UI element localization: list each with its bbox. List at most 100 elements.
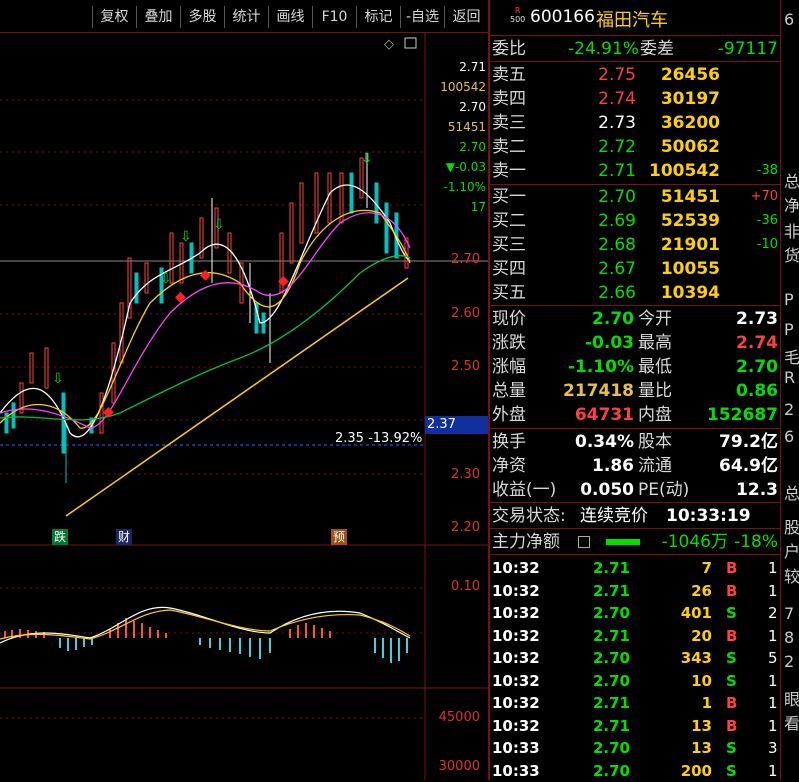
stock-code: 600166 (530, 7, 595, 27)
kline-chart[interactable]: ◇ ⇩ ⇩ ⇩ ⇩ ⇩ ◆ ◆ ◆ ◆ (0, 33, 488, 780)
price-axis-label: 2.70 (451, 252, 480, 267)
order-book-row: 买一 2.70 51451 +70 (490, 185, 780, 209)
macd-histogram (4, 618, 408, 663)
edge-text: 看 (784, 714, 799, 733)
macd-lines (0, 606, 411, 644)
tick-row: 10:32 2.71 7 B 1 (490, 557, 780, 579)
svg-text:⇩: ⇩ (52, 371, 64, 387)
order-price: 2.67 (598, 259, 636, 279)
macd-axis-label: 0.10 (451, 579, 480, 594)
quote-label: 外盘 (492, 405, 526, 425)
main-flow-row: 主力净额 -1046万 -18% (492, 532, 778, 552)
edge-text: 总 (784, 172, 799, 191)
edge-text: 较 (784, 567, 799, 586)
diamond-icon[interactable]: ◇ (384, 37, 394, 52)
tick-time: 10:33 (492, 739, 540, 757)
tick-count: 1 (768, 694, 778, 712)
order-volume: 50062 (660, 137, 720, 157)
tick-side: S (726, 671, 737, 690)
window-icon[interactable] (404, 37, 417, 49)
tick-side: B (726, 559, 738, 577)
order-volume: 10394 (660, 283, 720, 303)
order-price: 2.70 (598, 187, 636, 207)
order-book-row: 买五 2.66 10394 (490, 281, 780, 305)
order-ratio-row: 委比 -24.91% 委差 -97117 (492, 39, 778, 59)
tick-count: 3 (768, 739, 778, 757)
price-axis-label: 2.20 (451, 520, 480, 535)
order-price: 2.66 (598, 283, 636, 303)
fundamental-value: 64.9亿 (719, 456, 778, 476)
tick-price: 2.71 (592, 581, 630, 600)
svg-text:◆: ◆ (103, 404, 114, 420)
fundamental-value: 12.3 (736, 480, 778, 500)
quote-label: 涨跌 (492, 333, 526, 353)
edge-text: 毛 (784, 348, 799, 367)
toolbar-button-overlay[interactable]: 叠加 (136, 6, 180, 28)
order-level-label: 卖五 (492, 65, 526, 85)
quote-row: 总量 217418 量比 0.86 (490, 379, 780, 403)
edge-text: 货 (784, 246, 799, 265)
toolbar-button-f10[interactable]: F10 (312, 6, 356, 28)
quote-value: 0.86 (736, 381, 778, 401)
tick-price: 2.70 (592, 649, 630, 667)
svg-text:◆: ◆ (200, 267, 211, 283)
edge-text: P (784, 320, 794, 339)
toolbar-button-mark[interactable]: 标记 (356, 6, 400, 28)
list-icon[interactable] (578, 536, 590, 548)
tick-volume: 20 (691, 626, 712, 645)
tick-side: S (726, 649, 737, 667)
quote-row: 现价 2.70 今开 2.73 (490, 307, 780, 331)
tick-price: 2.71 (592, 559, 630, 577)
order-volume: 30197 (660, 89, 720, 109)
quote-value: 2.74 (736, 333, 778, 353)
fundamental-label: 流通 (638, 456, 672, 476)
toolbar-button-draw-line[interactable]: 画线 (268, 6, 312, 28)
tick-row: 10:32 2.71 1 B 1 (490, 692, 780, 714)
tick-time: 10:32 (492, 559, 540, 577)
trade-status-row: 交易状态: 连续竞价 10:33:19 (492, 506, 751, 526)
toolbar-button-statistics[interactable]: 统计 (224, 6, 268, 28)
svg-text:⇩: ⇩ (160, 271, 172, 287)
order-volume: 52539 (660, 211, 720, 231)
tick-side: S (726, 604, 737, 622)
event-marker-drop[interactable]: 跌 (52, 529, 68, 545)
toolbar-button-back[interactable]: 返回 (444, 6, 488, 28)
event-marker-forecast[interactable]: 预 (331, 529, 347, 545)
price-axis-label: 2.60 (451, 306, 480, 321)
svg-text:⇩: ⇩ (213, 217, 225, 233)
quote-label: 现价 (492, 309, 526, 329)
edge-text: P (784, 290, 794, 309)
order-book-row: 买二 2.69 52539 -36 (490, 209, 780, 233)
svg-text:◆: ◆ (175, 289, 186, 305)
trade-time: 10:33:19 (666, 506, 751, 526)
tick-volume: 7 (701, 559, 712, 577)
volume-axis-label: 30000 (438, 759, 480, 774)
tick-price: 2.70 (592, 761, 630, 780)
toolbar-button-restore-rights[interactable]: 复权 (92, 6, 136, 28)
tick-count: 1 (768, 761, 778, 780)
tick-volume: 13 (691, 739, 712, 757)
tick-volume: 13 (691, 716, 712, 735)
order-price: 2.75 (598, 65, 636, 85)
event-marker-finance[interactable]: 财 (116, 529, 132, 545)
order-book-row: 卖一 2.71 100542 -38 (490, 159, 780, 183)
current-price-tag: 2.37 (425, 416, 489, 434)
price-info-stack: 2.71 100542 2.70 51451 2.70 ▼-0.03 -1.10% 17 (424, 60, 488, 230)
fundamental-value: 1.86 (592, 456, 634, 476)
order-volume: 36200 (660, 113, 720, 133)
edge-text: 股 (784, 518, 799, 537)
order-level-label: 买一 (492, 187, 526, 207)
tick-count: 1 (768, 581, 778, 600)
edge-text: 户 (784, 542, 799, 561)
tick-price: 2.71 (592, 716, 630, 735)
edge-text: 眼 (784, 690, 799, 709)
price-info-value: 51451 (447, 120, 486, 134)
volume-axis-label: 45000 (438, 710, 480, 725)
toolbar-button-remove-watchlist[interactable]: -自选 (400, 6, 444, 28)
svg-text:◆: ◆ (278, 273, 289, 289)
toolbar-button-multi-stock[interactable]: 多股 (180, 6, 224, 28)
tick-time: 10:32 (492, 649, 540, 667)
quote-label: 今开 (638, 309, 672, 329)
quote-value: 2.73 (736, 309, 778, 329)
order-volume: 10055 (660, 259, 720, 279)
